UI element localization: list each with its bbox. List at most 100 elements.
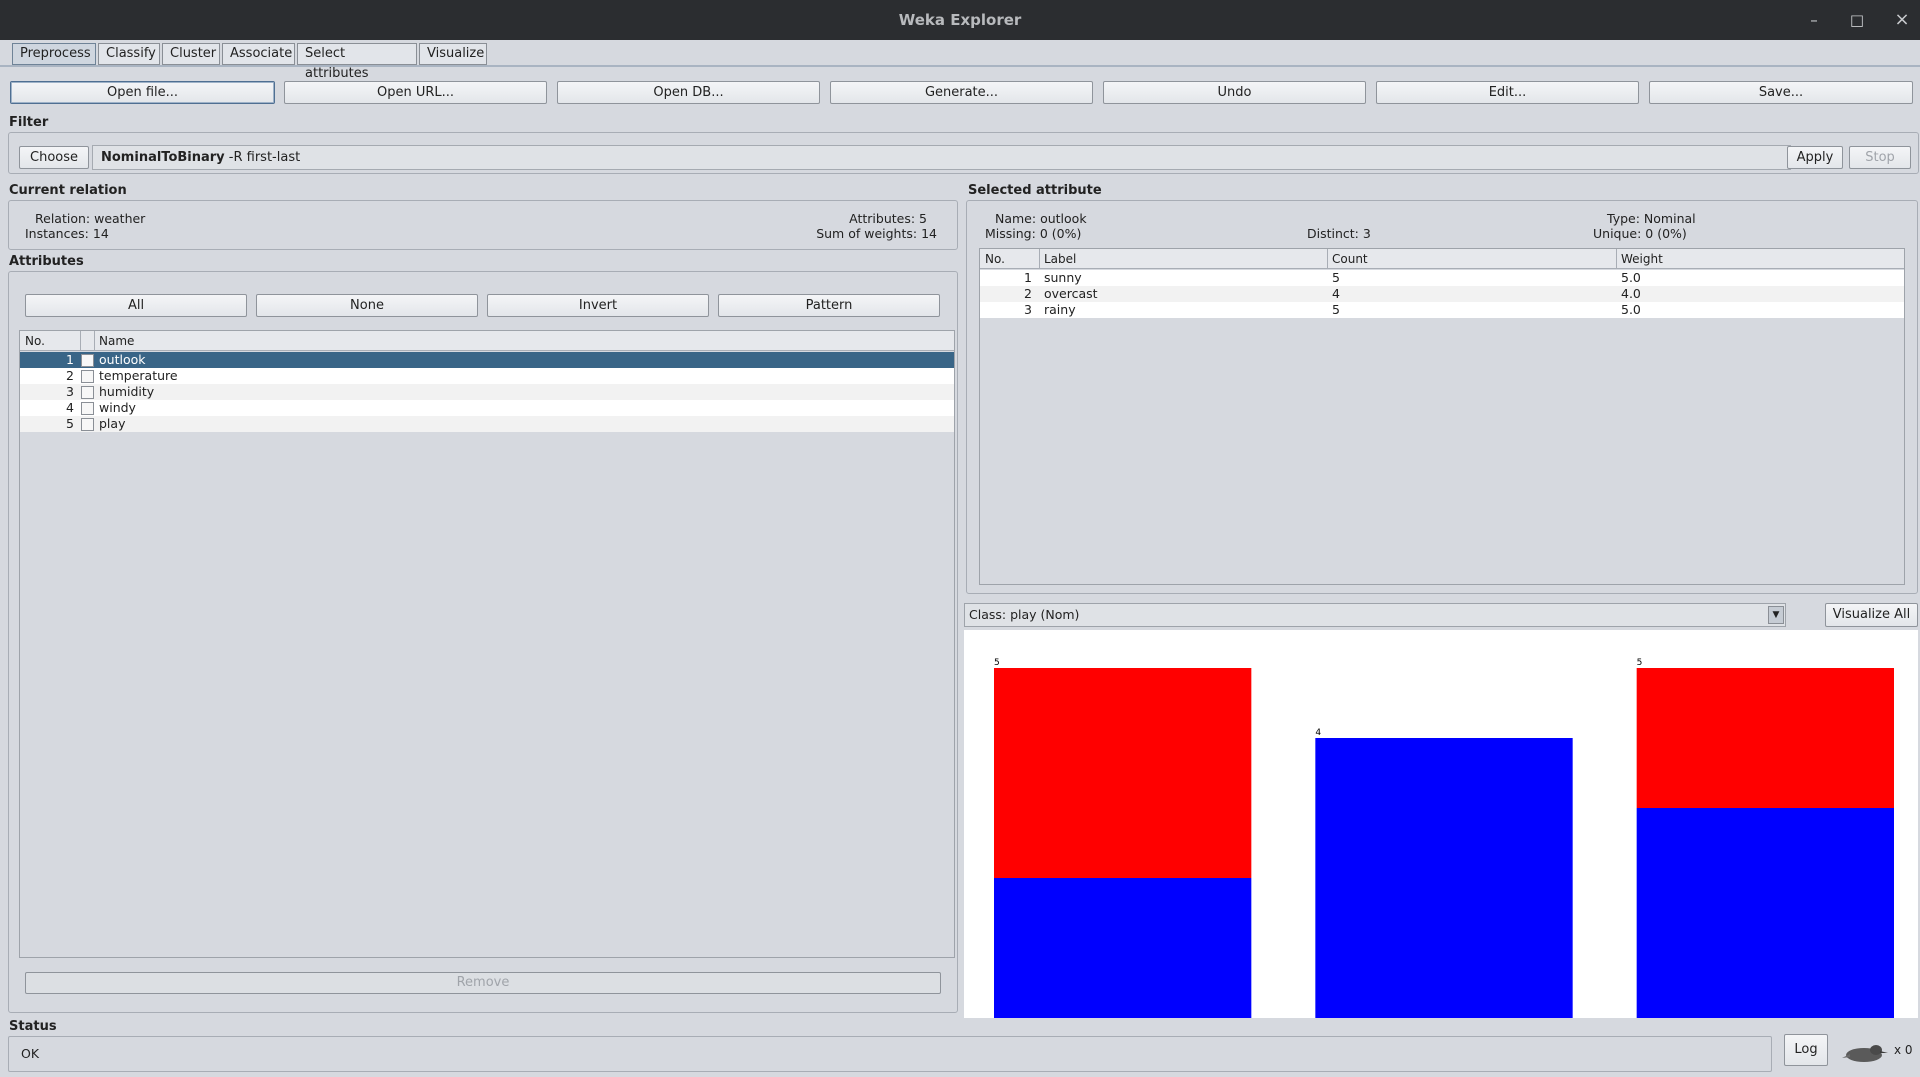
- col-divider: [80, 331, 81, 351]
- choose-filter-button[interactable]: Choose: [19, 146, 89, 169]
- attributes-rows: 1 outlook 2 temperature 3 humidity 4 win…: [20, 352, 954, 432]
- col-name-header: Name: [99, 334, 135, 348]
- row-weight: 5.0: [1621, 302, 1641, 317]
- row-checkbox[interactable]: [81, 354, 94, 367]
- weka-bird-icon[interactable]: [1842, 1040, 1888, 1066]
- instances-info: Instances: 14: [25, 226, 109, 241]
- attr-missing-value: 0 (0%): [1039, 226, 1082, 241]
- selected-attribute-panel: Name: outlook Missing: 0 (0%) Distinct: …: [966, 200, 1918, 594]
- attributes-table-header: No. Name: [20, 331, 954, 351]
- log-button[interactable]: Log: [1784, 1034, 1828, 1066]
- close-icon[interactable]: ×: [1888, 0, 1916, 40]
- remove-button[interactable]: Remove: [25, 972, 941, 994]
- task-count: x 0: [1894, 1043, 1913, 1057]
- row-name: windy: [99, 400, 136, 415]
- row-no: 5: [66, 416, 74, 431]
- row-no: 3: [66, 384, 74, 399]
- edit-button[interactable]: Edit...: [1376, 81, 1639, 104]
- current-relation-label: Current relation: [9, 183, 127, 198]
- open-url-button[interactable]: Open URL...: [284, 81, 547, 104]
- bar-segment-overcast: [1315, 738, 1573, 1018]
- current-relation-panel: Relation: weather Instances: 14 Attribut…: [8, 200, 958, 250]
- sum-of-weights-label: Sum of weights:: [816, 226, 918, 241]
- row-count: 5: [1332, 270, 1340, 285]
- undo-button[interactable]: Undo: [1103, 81, 1366, 104]
- filter-name: NominalToBinary: [101, 150, 225, 165]
- tab-classify[interactable]: Classify: [98, 43, 160, 65]
- attr-missing-info: Missing: 0 (0%): [985, 226, 1081, 241]
- label-stats-rows: 1 sunny 5 5.0 2 overcast 4 4.0 3 rainy 5…: [980, 270, 1904, 318]
- row-no: 1: [1024, 270, 1032, 285]
- row-checkbox[interactable]: [81, 418, 94, 431]
- attr-type-value: Nominal: [1643, 211, 1696, 226]
- row-no: 4: [66, 400, 74, 415]
- table-row[interactable]: 1 outlook: [20, 352, 954, 368]
- row-weight: 4.0: [1621, 286, 1641, 301]
- sum-of-weights-value: 14: [921, 226, 937, 241]
- tab-cluster[interactable]: Cluster: [162, 43, 220, 65]
- class-histogram: 5 4 5: [964, 630, 1918, 1018]
- row-checkbox[interactable]: [81, 370, 94, 383]
- bar-total-label: 5: [994, 658, 1000, 668]
- filter-field[interactable]: NominalToBinary -R first-last: [92, 145, 1791, 170]
- row-checkbox[interactable]: [81, 402, 94, 415]
- col-no-header: No.: [985, 252, 1005, 266]
- minimize-icon[interactable]: –: [1800, 0, 1828, 40]
- attr-name-label: Name:: [995, 211, 1037, 226]
- row-label: overcast: [1044, 286, 1098, 301]
- save-button[interactable]: Save...: [1649, 81, 1913, 104]
- open-file-button[interactable]: Open file...: [10, 81, 275, 104]
- sum-of-weights-info: Sum of weights: 14: [816, 226, 937, 241]
- label-stats-header: No. Label Count Weight: [980, 249, 1904, 269]
- attr-distinct-info: Distinct: 3: [1307, 226, 1371, 241]
- col-count-header: Count: [1332, 252, 1368, 266]
- attr-name-info: Name: outlook: [995, 211, 1087, 226]
- maximize-icon[interactable]: □: [1843, 0, 1871, 40]
- histogram-svg: 5 4 5: [994, 658, 1894, 1018]
- pattern-button[interactable]: Pattern: [718, 294, 940, 317]
- attr-name-value: outlook: [1040, 211, 1087, 226]
- select-all-button[interactable]: All: [25, 294, 247, 317]
- tab-associate[interactable]: Associate: [222, 43, 295, 65]
- visualize-all-button[interactable]: Visualize All: [1825, 603, 1918, 627]
- table-row[interactable]: 4 windy: [20, 400, 954, 416]
- bar-segment-rainy: [1636, 668, 1894, 808]
- table-row[interactable]: 3 rainy 5 5.0: [980, 302, 1904, 318]
- generate-button[interactable]: Generate...: [830, 81, 1093, 104]
- col-divider: [1039, 249, 1040, 269]
- open-db-button[interactable]: Open DB...: [557, 81, 820, 104]
- table-row[interactable]: 1 sunny 5 5.0: [980, 270, 1904, 286]
- chevron-down-icon[interactable]: ▼: [1768, 606, 1784, 624]
- row-label: sunny: [1044, 270, 1082, 285]
- apply-button[interactable]: Apply: [1787, 146, 1843, 169]
- class-selector[interactable]: Class: play (Nom) ▼: [964, 603, 1786, 627]
- attributes-panel: All None Invert Pattern No. Name 1 outlo…: [8, 271, 958, 1013]
- table-row[interactable]: 2 overcast 4 4.0: [980, 286, 1904, 302]
- filter-options: -R first-last: [228, 150, 301, 165]
- label-stats-table: No. Label Count Weight 1 sunny 5 5.0 2 o…: [979, 248, 1905, 585]
- bar-segment-sunny: [994, 878, 1252, 1018]
- relation-value: weather: [94, 211, 146, 226]
- tab-preprocess[interactable]: Preprocess: [12, 43, 96, 65]
- selected-attribute-label: Selected attribute: [968, 183, 1102, 198]
- row-label: rainy: [1044, 302, 1076, 317]
- table-row[interactable]: 5 play: [20, 416, 954, 432]
- select-none-button[interactable]: None: [256, 294, 478, 317]
- attr-missing-label: Missing:: [985, 226, 1036, 241]
- row-no: 1: [66, 352, 74, 367]
- table-row[interactable]: 3 humidity: [20, 384, 954, 400]
- row-checkbox[interactable]: [81, 386, 94, 399]
- tab-bar: Preprocess Classify Cluster Associate Se…: [0, 40, 1920, 81]
- title-bar: Weka Explorer – □ ×: [0, 0, 1920, 40]
- relation-label: Relation:: [35, 211, 91, 226]
- tab-visualize[interactable]: Visualize: [419, 43, 487, 65]
- tab-select-attributes[interactable]: Select attributes: [297, 43, 417, 81]
- attr-unique-value: 0 (0%): [1645, 226, 1687, 241]
- invert-selection-button[interactable]: Invert: [487, 294, 709, 317]
- bar-total-label: 4: [1315, 728, 1321, 738]
- table-row[interactable]: 2 temperature: [20, 368, 954, 384]
- bar-segment-rainy: [1636, 808, 1894, 1018]
- row-name: play: [99, 416, 126, 431]
- stop-button[interactable]: Stop: [1849, 146, 1911, 169]
- row-name: temperature: [99, 368, 178, 383]
